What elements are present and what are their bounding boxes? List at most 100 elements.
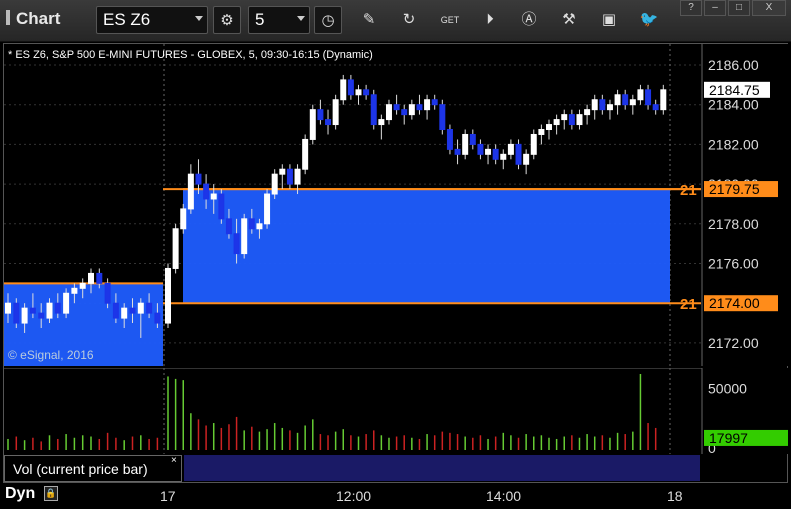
candle-body <box>286 168 293 185</box>
candle-body <box>424 99 431 111</box>
candle-body <box>462 133 469 155</box>
candle-body <box>241 218 248 255</box>
time-label-18: 18 <box>667 488 683 504</box>
candle-body <box>485 148 492 155</box>
candle-body <box>88 272 94 284</box>
candle-body <box>401 109 408 116</box>
candle-body <box>454 148 461 155</box>
candle-body <box>416 104 423 111</box>
candle-body <box>121 307 128 319</box>
candle-body <box>370 94 377 126</box>
candle-body <box>13 302 20 324</box>
volume-study-label[interactable]: Vol (current price bar) <box>4 455 182 482</box>
candle-body <box>553 119 560 126</box>
candle-body <box>294 168 301 185</box>
candle-body <box>104 282 111 304</box>
candle-body <box>279 168 286 175</box>
candle-body <box>591 99 598 111</box>
time-label-1200: 12:00 <box>336 488 372 504</box>
candle-body <box>645 89 652 106</box>
time-label-17: 17 <box>160 488 176 504</box>
lock-icon[interactable]: 🔒 <box>44 486 58 501</box>
candle-body <box>408 104 415 116</box>
candle-body <box>233 233 240 255</box>
candle-body <box>538 129 545 135</box>
volume-chart[interactable]: 50000017997 <box>0 368 791 468</box>
price-tick: 2176.00 <box>708 256 759 272</box>
candle-body <box>576 114 583 126</box>
candle-body <box>515 143 522 165</box>
volume-study-text: Vol (current price bar) <box>13 461 148 477</box>
candle-body <box>446 129 453 150</box>
candle-body <box>137 302 144 314</box>
volume-tick: 50000 <box>708 381 747 397</box>
level-tag-label: 21 <box>680 182 697 199</box>
candle-body <box>622 94 629 106</box>
candle-body <box>195 173 202 185</box>
volume-plot-background <box>4 368 701 454</box>
close-icon[interactable]: × <box>171 455 177 466</box>
candle-body <box>172 228 179 269</box>
current-price-value: 2184.75 <box>709 82 760 98</box>
volume-panel-bar <box>184 455 700 481</box>
candle-body <box>317 109 324 121</box>
candle-body <box>54 302 61 314</box>
price-tick: 2184.00 <box>708 97 759 113</box>
candle-body <box>477 143 484 155</box>
candle-body <box>29 307 36 314</box>
candle-body <box>302 138 309 170</box>
candle-body <box>325 119 332 126</box>
candle-body <box>431 99 438 106</box>
candle-body <box>154 312 161 324</box>
candle-body <box>187 173 194 210</box>
candle-body <box>584 109 591 116</box>
level-price-value: 2174.00 <box>709 295 760 311</box>
candle-body <box>309 109 316 140</box>
candle-body <box>63 292 70 314</box>
candle-body <box>637 89 644 101</box>
price-tick: 2172.00 <box>708 335 759 351</box>
candle-body <box>165 267 171 324</box>
symbol-header: * ES Z6, S&P 500 E-MINI FUTURES - GLOBEX… <box>8 49 373 61</box>
candle-body <box>112 302 119 319</box>
candle-body <box>210 193 217 200</box>
candle-body <box>385 104 392 121</box>
level-tag-label: 21 <box>680 296 697 313</box>
candle-body <box>271 173 278 195</box>
candle-body <box>218 193 225 220</box>
candle-body <box>355 89 362 96</box>
current-volume-value: 17997 <box>709 430 748 446</box>
candle-body <box>79 282 86 289</box>
candle-body <box>606 104 613 111</box>
candle-body <box>340 79 347 101</box>
price-tick: 2186.00 <box>708 57 759 73</box>
candle-body <box>71 287 78 294</box>
candle-body <box>500 153 507 160</box>
candle-body <box>46 302 53 319</box>
time-label-1400: 14:00 <box>486 488 522 504</box>
candle-body <box>347 79 354 96</box>
price-tick: 2182.00 <box>708 136 759 152</box>
candle-body <box>96 272 103 284</box>
candle-body <box>378 119 385 126</box>
price-tick: 2178.00 <box>708 216 759 232</box>
candle-body <box>561 114 568 121</box>
candle-body <box>38 312 45 319</box>
dynamic-mode-label[interactable]: Dyn <box>5 485 35 503</box>
candle-body <box>363 89 370 96</box>
candle-body <box>203 183 210 200</box>
candle-body <box>530 133 537 155</box>
candle-body <box>652 104 659 111</box>
candle-body <box>225 218 232 235</box>
candle-body <box>248 218 255 230</box>
candle-body <box>146 302 153 314</box>
candle-body <box>614 94 621 106</box>
candle-body <box>629 99 636 106</box>
candle-body <box>264 193 271 225</box>
level-price-value: 2179.75 <box>709 181 760 197</box>
copyright-label: © eSignal, 2016 <box>8 348 94 362</box>
candle-body <box>180 208 187 230</box>
candle-body <box>546 124 552 131</box>
candle-body <box>256 223 263 230</box>
candle-body <box>393 104 400 111</box>
